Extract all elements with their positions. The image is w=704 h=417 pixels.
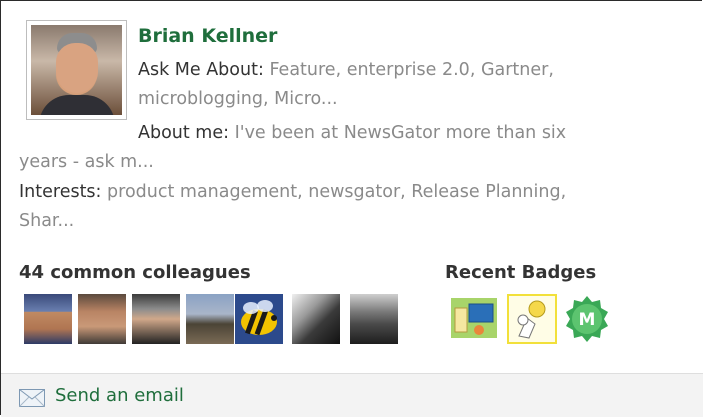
m-badge-icon[interactable]: M bbox=[562, 294, 612, 344]
bee-icon bbox=[241, 300, 277, 336]
colleague-avatar[interactable] bbox=[350, 294, 398, 344]
colleague-avatar[interactable] bbox=[132, 294, 180, 344]
profile-card: Brian Kellner Ask Me About: Feature, ent… bbox=[0, 0, 703, 417]
colleague-avatar[interactable] bbox=[292, 294, 340, 344]
card-footer: Send an email bbox=[1, 373, 703, 417]
interests-label: Interests: bbox=[19, 182, 102, 202]
interests-value: product management, newsgator, Release P… bbox=[107, 182, 567, 202]
common-colleagues-title[interactable]: 44 common colleagues bbox=[19, 261, 251, 285]
send-email-link[interactable]: Send an email bbox=[55, 383, 184, 409]
ask-value: Feature, enterprise 2.0, Gartner, bbox=[269, 60, 554, 80]
ask-me-about: Ask Me About: Feature, enterprise 2.0, G… bbox=[138, 56, 678, 114]
about-label: About me: bbox=[138, 123, 230, 143]
lightbulb-badge-icon[interactable] bbox=[507, 294, 557, 344]
profile-avatar-image bbox=[31, 25, 122, 115]
m-badge-letter: M bbox=[579, 310, 596, 330]
about-value: I've been at NewsGator more than six bbox=[234, 123, 567, 143]
colleague-avatar[interactable] bbox=[24, 294, 72, 344]
ask-label: Ask Me About: bbox=[138, 60, 264, 80]
interests: Interests: product management, newsgator… bbox=[19, 178, 689, 236]
profile-name[interactable]: Brian Kellner bbox=[138, 21, 277, 51]
about-value-cont: years - ask m... bbox=[19, 152, 154, 172]
recent-badges-title: Recent Badges bbox=[445, 262, 597, 283]
colleague-avatar[interactable] bbox=[78, 294, 126, 344]
bee-avatar[interactable] bbox=[235, 294, 283, 344]
computer-badge-icon[interactable] bbox=[449, 294, 499, 344]
profile-photo[interactable] bbox=[26, 20, 127, 120]
interests-value-cont: Shar... bbox=[19, 211, 75, 231]
about-me: About me: I've been at NewsGator more th… bbox=[19, 119, 679, 177]
envelope-icon bbox=[19, 389, 45, 407]
ask-value-cont: microblogging, Micro... bbox=[138, 89, 338, 109]
colleague-avatar[interactable] bbox=[186, 294, 234, 344]
